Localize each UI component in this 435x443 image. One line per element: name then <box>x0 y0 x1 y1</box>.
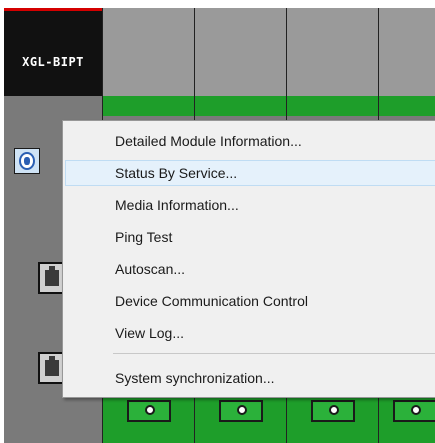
menu-separator <box>113 353 435 354</box>
slot-port-icon <box>393 400 435 422</box>
slot-port-icon <box>310 400 355 422</box>
slot-header[interactable] <box>102 8 194 96</box>
menu-item-media-information[interactable]: Media Information... <box>65 192 435 218</box>
cpu-module-header[interactable]: XGL-BIPT <box>4 8 102 96</box>
menu-item-detailed-module-information[interactable]: Detailed Module Information... <box>65 128 435 154</box>
rack-view: XGL-BIPT Detailed Module Information... … <box>0 0 435 443</box>
status-icon[interactable] <box>14 148 40 174</box>
slot-header[interactable] <box>378 8 435 96</box>
menu-item-ping-test[interactable]: Ping Test <box>65 224 435 250</box>
menu-item-device-communication-control[interactable]: Device Communication Control <box>65 288 435 314</box>
menu-item-autoscan[interactable]: Autoscan... <box>65 256 435 282</box>
menu-item-status-by-service[interactable]: Status By Service... <box>65 160 435 186</box>
context-menu: Detailed Module Information... Status By… <box>62 120 435 398</box>
slot-port-icon <box>126 400 171 422</box>
cpu-module-label: XGL-BIPT <box>22 55 84 69</box>
menu-item-view-log[interactable]: View Log... <box>65 320 435 346</box>
slot-header[interactable] <box>194 8 286 96</box>
slot-header[interactable] <box>286 8 378 96</box>
menu-item-system-synchronization[interactable]: System synchronization... <box>65 365 435 391</box>
slot-port-icon <box>218 400 263 422</box>
